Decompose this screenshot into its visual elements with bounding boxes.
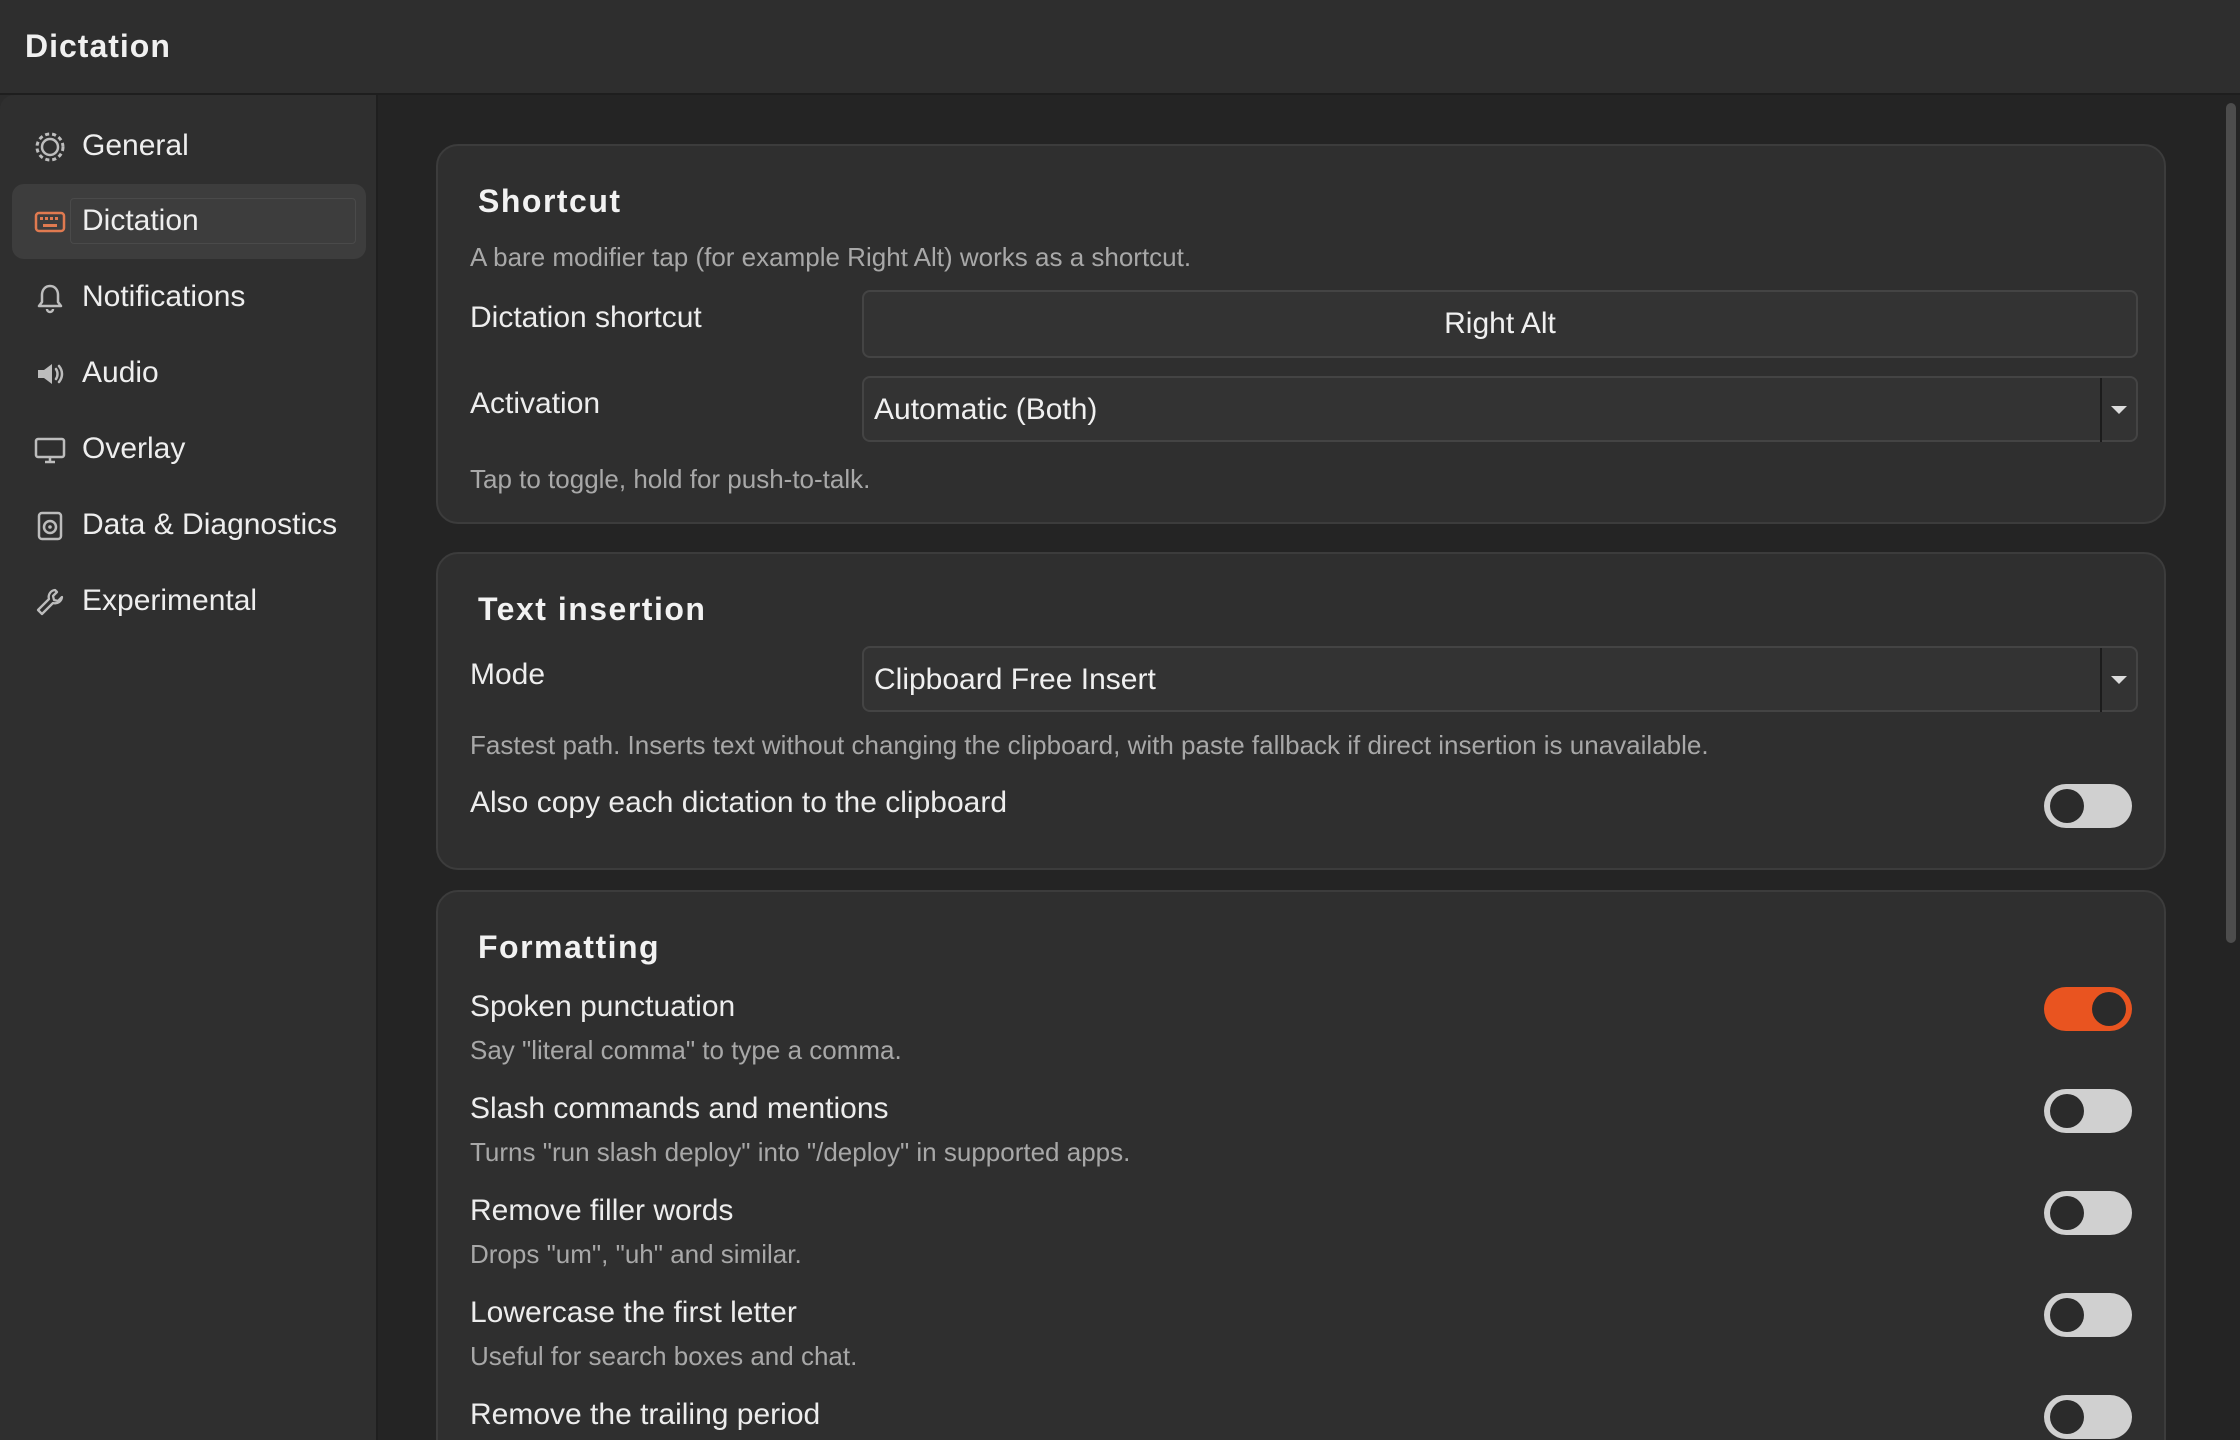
- window-title: Dictation: [25, 28, 171, 64]
- settings-content: Shortcut A bare modifier tap (for exampl…: [378, 95, 2240, 1440]
- shortcut-card: Shortcut A bare modifier tap (for exampl…: [436, 144, 2166, 524]
- wrench-icon: [34, 586, 66, 618]
- slash-commands-description: Turns "run slash deploy" into "/deploy" …: [470, 1137, 1131, 1167]
- mode-value: Clipboard Free Insert: [874, 663, 1156, 696]
- dictation-shortcut-button[interactable]: Right Alt: [862, 290, 2138, 358]
- spoken-punctuation-toggle[interactable]: [2044, 987, 2132, 1031]
- title-bar: Dictation: [0, 0, 2240, 95]
- lowercase-first-toggle[interactable]: [2044, 1293, 2132, 1337]
- section-title: Formatting: [478, 929, 661, 965]
- sidebar: General Dictation Notifications Audio Ov…: [0, 95, 378, 1440]
- speaker-icon: [34, 358, 66, 390]
- gear-icon: [34, 131, 66, 163]
- sidebar-item-notifications[interactable]: Notifications: [12, 260, 366, 335]
- lowercase-first-label: Lowercase the first letter: [470, 1296, 797, 1329]
- mode-label: Mode: [470, 658, 546, 691]
- sidebar-item-label: Dictation: [82, 204, 199, 237]
- sidebar-item-label: Experimental: [82, 584, 258, 617]
- mode-description: Fastest path. Inserts text without chang…: [470, 730, 1709, 760]
- remove-filler-label: Remove filler words: [470, 1194, 734, 1227]
- settings-window: Dictation General Dictation Notification…: [0, 0, 2240, 1440]
- remove-filler-toggle[interactable]: [2044, 1191, 2132, 1235]
- activation-value: Automatic (Both): [874, 393, 1098, 426]
- sidebar-item-overlay[interactable]: Overlay: [12, 412, 366, 487]
- sidebar-item-label: Notifications: [82, 280, 246, 313]
- formatting-card: Formatting Spoken punctuation Say "liter…: [436, 890, 2166, 1440]
- sidebar-item-label: Overlay: [82, 432, 186, 465]
- slash-commands-toggle[interactable]: [2044, 1089, 2132, 1133]
- sidebar-item-audio[interactable]: Audio: [12, 336, 366, 411]
- sidebar-item-data-diagnostics[interactable]: Data & Diagnostics: [12, 488, 366, 563]
- section-title: Shortcut: [478, 183, 622, 219]
- remove-trailing-period-label: Remove the trailing period: [470, 1398, 821, 1431]
- sidebar-item-experimental[interactable]: Experimental: [12, 564, 366, 639]
- shortcut-description: A bare modifier tap (for example Right A…: [470, 242, 1192, 272]
- sidebar-item-label: General: [82, 129, 189, 162]
- remove-filler-description: Drops "um", "uh" and similar.: [470, 1239, 802, 1269]
- activation-dropdown[interactable]: Automatic (Both): [862, 376, 2138, 442]
- chevron-down-icon[interactable]: [2100, 648, 2136, 712]
- copy-to-clipboard-label: Also copy each dictation to the clipboar…: [470, 786, 1007, 819]
- remove-trailing-period-toggle[interactable]: [2044, 1395, 2132, 1439]
- slash-commands-label: Slash commands and mentions: [470, 1092, 889, 1125]
- activation-hint: Tap to toggle, hold for push-to-talk.: [470, 464, 871, 494]
- keyboard-icon: [34, 206, 66, 238]
- spoken-punctuation-label: Spoken punctuation: [470, 990, 736, 1023]
- sidebar-item-dictation[interactable]: Dictation: [12, 184, 366, 259]
- sidebar-item-label: Data & Diagnostics: [82, 508, 338, 541]
- copy-to-clipboard-toggle[interactable]: [2044, 784, 2132, 828]
- chevron-down-icon[interactable]: [2100, 378, 2136, 442]
- dictation-shortcut-label: Dictation shortcut: [470, 301, 702, 334]
- section-title: Text insertion: [478, 591, 707, 627]
- drive-icon: [34, 510, 66, 542]
- shortcut-value: Right Alt: [1444, 307, 1556, 340]
- spoken-punctuation-description: Say "literal comma" to type a comma.: [470, 1035, 902, 1065]
- bell-icon: [34, 282, 66, 314]
- scrollbar[interactable]: [2226, 103, 2236, 943]
- lowercase-first-description: Useful for search boxes and chat.: [470, 1341, 858, 1371]
- text-insertion-card: Text insertion Mode Clipboard Free Inser…: [436, 552, 2166, 870]
- activation-label: Activation: [470, 387, 601, 420]
- mode-dropdown[interactable]: Clipboard Free Insert: [862, 646, 2138, 712]
- sidebar-item-general[interactable]: General: [12, 109, 366, 184]
- sidebar-item-label: Audio: [82, 356, 159, 389]
- monitor-icon: [34, 434, 66, 466]
